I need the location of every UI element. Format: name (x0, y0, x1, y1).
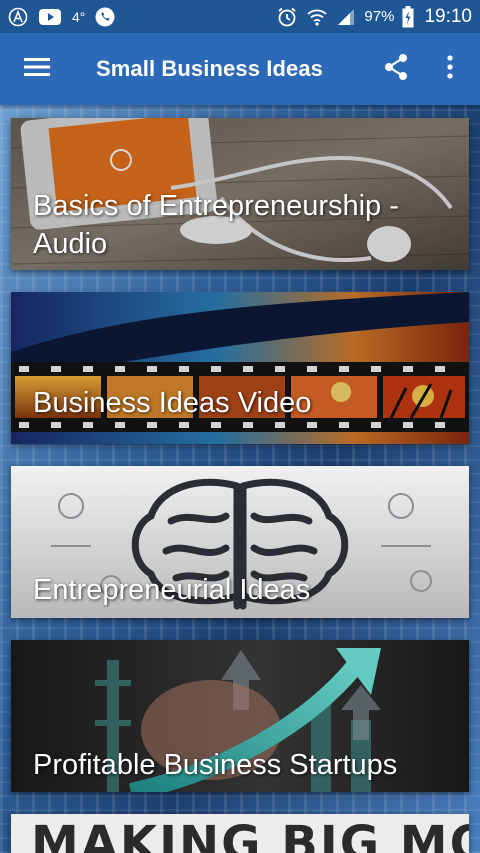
card-title: Profitable Business Startups (33, 749, 398, 781)
share-icon (383, 53, 409, 86)
category-card-business-ideas-video[interactable]: Business Ideas Video (11, 292, 469, 444)
card-title: Entrepreneurial Ideas (33, 574, 311, 606)
card-title: Business Ideas Video (33, 387, 312, 419)
category-list[interactable]: Basics of Entrepreneurship - Audio Busin… (0, 105, 480, 853)
menu-icon (24, 57, 50, 82)
category-card-entrepreneurship-audio[interactable]: Basics of Entrepreneurship - Audio (11, 118, 469, 270)
menu-button[interactable] (0, 33, 74, 105)
assistant-icon (8, 7, 28, 27)
share-button[interactable] (372, 45, 420, 93)
app-bar: Small Business Ideas (0, 33, 480, 105)
weather-temperature: 4° (72, 8, 86, 25)
more-options-button[interactable] (428, 45, 472, 93)
signal-icon (336, 8, 356, 26)
wifi-icon (306, 7, 328, 27)
status-bar: 4° 97% 19:10 (0, 0, 480, 33)
category-card-making-big-money[interactable]: MAKING BIG MONEY (11, 814, 469, 853)
category-card-entrepreneurial-ideas[interactable]: Entrepreneurial Ideas (11, 466, 469, 618)
battery-percent: 97% (364, 8, 395, 25)
status-bar-right: 97% 19:10 (276, 5, 472, 28)
app-title: Small Business Ideas (96, 56, 323, 81)
status-bar-left: 4° (8, 7, 115, 27)
card-banner-text: MAKING BIG MONEY (31, 816, 469, 853)
more-vert-icon (447, 54, 453, 84)
alarm-icon (276, 6, 298, 28)
card-title: Basics of Entrepreneurship - Audio (33, 190, 399, 260)
status-time: 19:10 (424, 5, 472, 27)
category-card-profitable-startups[interactable]: Profitable Business Startups (11, 640, 469, 792)
battery-charging-icon (402, 5, 414, 28)
phone-icon (95, 7, 115, 27)
youtube-icon (38, 8, 62, 26)
